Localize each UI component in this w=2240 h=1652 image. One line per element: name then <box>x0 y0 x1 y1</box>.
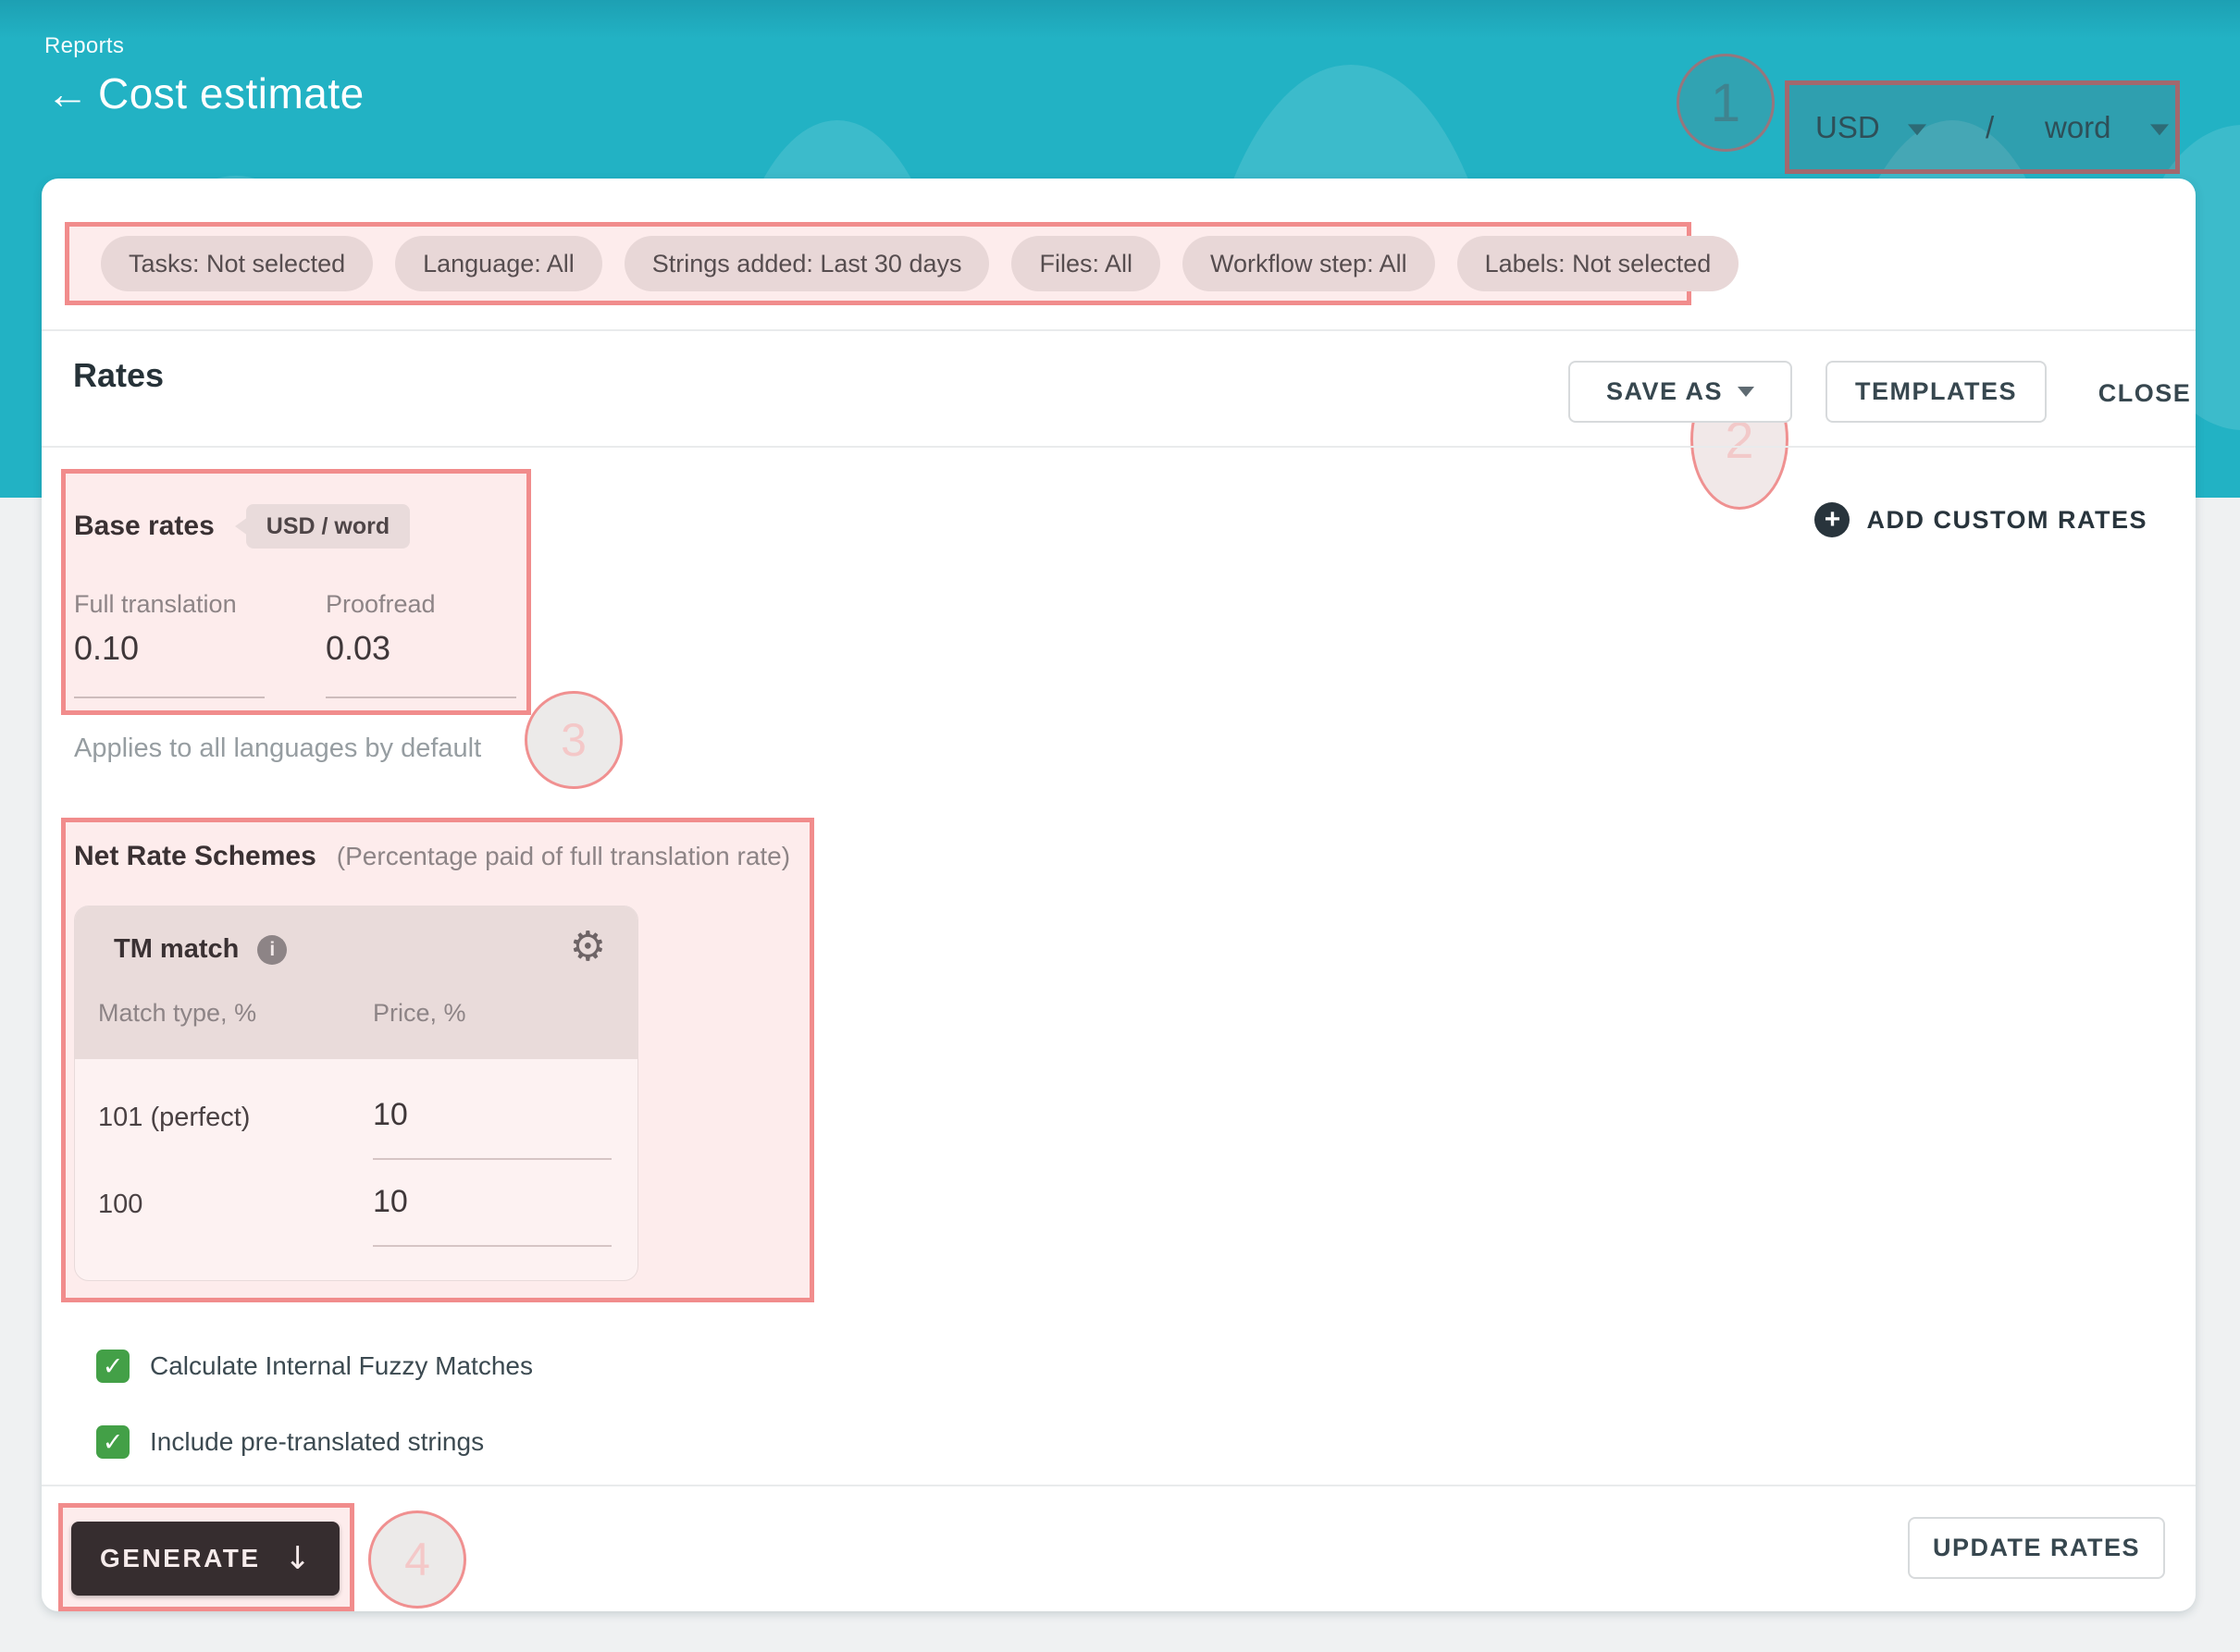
templates-label: TEMPLATES <box>1855 377 2017 406</box>
filter-chip-language[interactable]: Language: All <box>395 236 602 291</box>
checkbox-checked[interactable]: ✓ <box>96 1425 130 1459</box>
back-arrow-icon[interactable]: ← <box>46 72 89 115</box>
info-icon[interactable]: i <box>257 935 287 965</box>
filters-annotation-box: Tasks: Not selected Language: All String… <box>65 222 1691 305</box>
price-column-header: Price, % <box>373 999 466 1028</box>
net-rate-schemes-title: Net Rate Schemes <box>74 841 316 872</box>
add-custom-rates-button[interactable]: + ADD CUSTOM RATES <box>1814 502 2147 537</box>
net-rate-schemes-title-row: Net Rate Schemes (Percentage paid of ful… <box>74 841 790 872</box>
filter-chip-labels[interactable]: Labels: Not selected <box>1457 236 1739 291</box>
full-translation-input[interactable]: 0.10 <box>74 629 139 668</box>
chevron-down-icon <box>1738 387 1754 397</box>
templates-button[interactable]: TEMPLATES <box>1825 361 2047 423</box>
match-type-column-header: Match type, % <box>98 999 256 1028</box>
input-underline <box>373 1158 612 1160</box>
base-rates-note: Applies to all languages by default <box>74 734 481 764</box>
currency-unit-annotation-box: USD / word <box>1785 80 2180 174</box>
annotation-circle-4: 4 <box>368 1510 466 1609</box>
generate-button[interactable]: GENERATE ↓ <box>71 1522 340 1596</box>
net-rate-schemes-subtitle: (Percentage paid of full translation rat… <box>337 842 790 871</box>
full-translation-label: Full translation <box>74 590 237 619</box>
option-label: Calculate Internal Fuzzy Matches <box>150 1351 533 1381</box>
report-settings-card: Tasks: Not selected Language: All String… <box>42 179 2196 1611</box>
input-underline <box>74 697 265 698</box>
option-label: Include pre-translated strings <box>150 1427 484 1457</box>
annotation-number-3: 3 <box>561 713 587 767</box>
option-row-pretranslated: ✓ Include pre-translated strings <box>96 1425 484 1459</box>
divider <box>42 1485 2196 1486</box>
filter-chip-files[interactable]: Files: All <box>1011 236 1160 291</box>
unit-caret-icon[interactable] <box>2150 124 2169 135</box>
annotation-circle-3: 3 <box>525 691 623 789</box>
divider <box>42 446 2196 448</box>
gear-icon[interactable]: ⚙ <box>570 927 606 968</box>
tm-row-price-input[interactable]: 10 <box>373 1097 408 1133</box>
checkbox-checked[interactable]: ✓ <box>96 1350 130 1383</box>
generate-label: GENERATE <box>100 1544 261 1573</box>
save-as-button[interactable]: SAVE AS <box>1568 361 1792 423</box>
tm-match-card: TM match i ⚙ Match type, % Price, % 101 … <box>74 906 638 1281</box>
filter-chip-workflow-step[interactable]: Workflow step: All <box>1182 236 1435 291</box>
divider <box>42 329 2196 331</box>
tm-row-match-type: 100 <box>98 1190 142 1220</box>
currency-caret-icon[interactable] <box>1908 124 1926 135</box>
rates-section-title: Rates <box>73 356 164 395</box>
tm-match-title: TM match <box>114 934 239 965</box>
close-button[interactable]: CLOSE <box>2094 375 2196 412</box>
base-rates-unit-chip: USD / word <box>246 504 410 549</box>
base-rates-title: Base rates <box>74 511 215 542</box>
input-underline <box>373 1245 612 1247</box>
input-underline <box>326 697 516 698</box>
base-rates-title-row: Base rates USD / word <box>74 504 410 549</box>
proofread-input[interactable]: 0.03 <box>326 629 390 668</box>
save-as-label: SAVE AS <box>1606 377 1723 406</box>
tm-match-title-row: TM match i <box>114 934 287 965</box>
tm-match-card-header <box>75 906 637 1059</box>
page-title: Cost estimate <box>98 68 365 118</box>
annotation-circle-1: 1 <box>1677 54 1775 152</box>
currency-select[interactable]: USD <box>1815 110 1880 145</box>
annotation-number-1: 1 <box>1711 72 1740 134</box>
option-row-fuzzy-matches: ✓ Calculate Internal Fuzzy Matches <box>96 1350 533 1383</box>
currency-unit-slash: / <box>1986 110 1994 145</box>
unit-select[interactable]: word <box>2045 110 2111 145</box>
tm-row-price-input[interactable]: 10 <box>373 1184 408 1220</box>
add-custom-rates-label: ADD CUSTOM RATES <box>1866 506 2147 535</box>
proofread-label: Proofread <box>326 590 436 619</box>
annotation-number-4: 4 <box>404 1533 430 1586</box>
arrow-down-icon: ↓ <box>285 1540 312 1577</box>
tm-row-match-type: 101 (perfect) <box>98 1103 250 1133</box>
update-rates-button[interactable]: UPDATE RATES <box>1908 1517 2165 1579</box>
plus-icon: + <box>1814 502 1850 537</box>
update-rates-label: UPDATE RATES <box>1933 1534 2140 1562</box>
filter-chip-tasks[interactable]: Tasks: Not selected <box>101 236 373 291</box>
breadcrumb[interactable]: Reports <box>44 33 124 59</box>
filter-chip-strings-added[interactable]: Strings added: Last 30 days <box>625 236 990 291</box>
